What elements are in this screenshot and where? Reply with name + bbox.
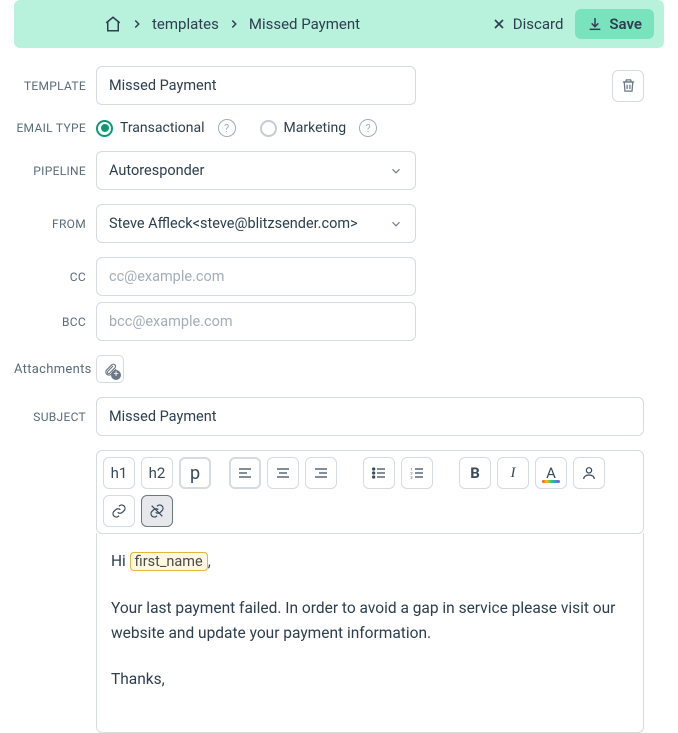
bcc-label: BCC [14, 315, 96, 329]
radio-label: Transactional [120, 120, 205, 136]
bullet-list-button[interactable] [363, 457, 395, 489]
help-icon[interactable]: ? [218, 119, 236, 137]
chevron-right-icon [227, 17, 241, 31]
delete-template-button[interactable] [612, 70, 644, 102]
align-center-button[interactable] [267, 457, 299, 489]
unlink-icon [149, 503, 165, 519]
color-swatch-icon [542, 480, 560, 483]
top-action-bar: templates Missed Payment Discard Save [14, 0, 664, 48]
plus-badge-icon: + [111, 370, 121, 380]
radio-icon-checked [96, 120, 113, 137]
download-icon [587, 16, 603, 32]
user-icon [581, 465, 597, 481]
from-value: Steve Affleck<steve@blitzsender.com> [109, 215, 358, 232]
email-type-label: EMAIL TYPE [14, 121, 96, 135]
link-icon [111, 503, 127, 519]
cc-input[interactable] [96, 257, 416, 296]
breadcrumb-current: Missed Payment [249, 15, 360, 33]
insert-link-button[interactable] [103, 495, 135, 527]
discard-button[interactable]: Discard [479, 9, 576, 39]
body-greeting-suffix: , [208, 552, 211, 570]
discard-label: Discard [513, 15, 564, 33]
align-right-button[interactable] [305, 457, 337, 489]
cc-label: CC [14, 270, 96, 284]
add-attachment-button[interactable]: + [96, 355, 124, 383]
home-icon[interactable] [104, 15, 122, 33]
numbered-list-icon: 123 [409, 465, 425, 481]
text-color-button[interactable]: A [535, 457, 567, 489]
help-icon[interactable]: ? [359, 119, 377, 137]
trash-icon [620, 77, 637, 94]
subject-input[interactable] [96, 397, 644, 436]
bullet-list-icon [371, 465, 387, 481]
numbered-list-button[interactable]: 123 [401, 457, 433, 489]
from-select[interactable]: Steve Affleck<steve@blitzsender.com> [96, 204, 416, 243]
email-type-radio-group: Transactional ? Marketing ? [96, 119, 377, 137]
pipeline-value: Autoresponder [109, 162, 204, 179]
unlink-button[interactable] [141, 495, 173, 527]
insert-user-button[interactable] [573, 457, 605, 489]
heading2-button[interactable]: h2 [141, 457, 173, 489]
radio-transactional[interactable]: Transactional ? [96, 119, 236, 137]
close-icon [491, 16, 507, 32]
template-label: TEMPLATE [14, 79, 96, 93]
align-center-icon [275, 465, 291, 481]
save-button[interactable]: Save [575, 9, 654, 39]
align-left-button[interactable] [229, 457, 261, 489]
subject-label: SUBJECT [14, 410, 96, 424]
chevron-down-icon [389, 217, 403, 231]
italic-button[interactable]: I [497, 457, 529, 489]
svg-text:3: 3 [410, 474, 412, 479]
email-body-editor[interactable]: Hi first_name, Your last payment failed.… [96, 533, 644, 733]
radio-marketing[interactable]: Marketing ? [260, 119, 378, 137]
body-greeting-prefix: Hi [111, 552, 130, 570]
merge-field-first-name[interactable]: first_name [130, 552, 208, 571]
breadcrumb-templates[interactable]: templates [152, 15, 219, 33]
breadcrumb: templates Missed Payment [24, 15, 479, 33]
template-name-input[interactable] [96, 66, 416, 105]
pipeline-label: PIPELINE [14, 164, 96, 178]
body-paragraph: Your last payment failed. In order to av… [111, 596, 629, 646]
bcc-input[interactable] [96, 302, 416, 341]
pipeline-select[interactable]: Autoresponder [96, 151, 416, 190]
save-label: Save [609, 15, 642, 33]
radio-icon [260, 120, 277, 137]
chevron-down-icon [389, 164, 403, 178]
from-label: FROM [14, 217, 96, 231]
align-left-icon [237, 465, 253, 481]
radio-label: Marketing [284, 120, 347, 136]
bold-button[interactable]: B [459, 457, 491, 489]
body-signoff: Thanks, [111, 667, 629, 692]
chevron-right-icon [130, 17, 144, 31]
heading1-button[interactable]: h1 [103, 457, 135, 489]
attachments-label: Attachments [14, 362, 96, 377]
align-right-icon [313, 465, 329, 481]
editor-toolbar: h1 h2 p 123 B I A [96, 450, 644, 534]
paragraph-button[interactable]: p [179, 457, 211, 489]
